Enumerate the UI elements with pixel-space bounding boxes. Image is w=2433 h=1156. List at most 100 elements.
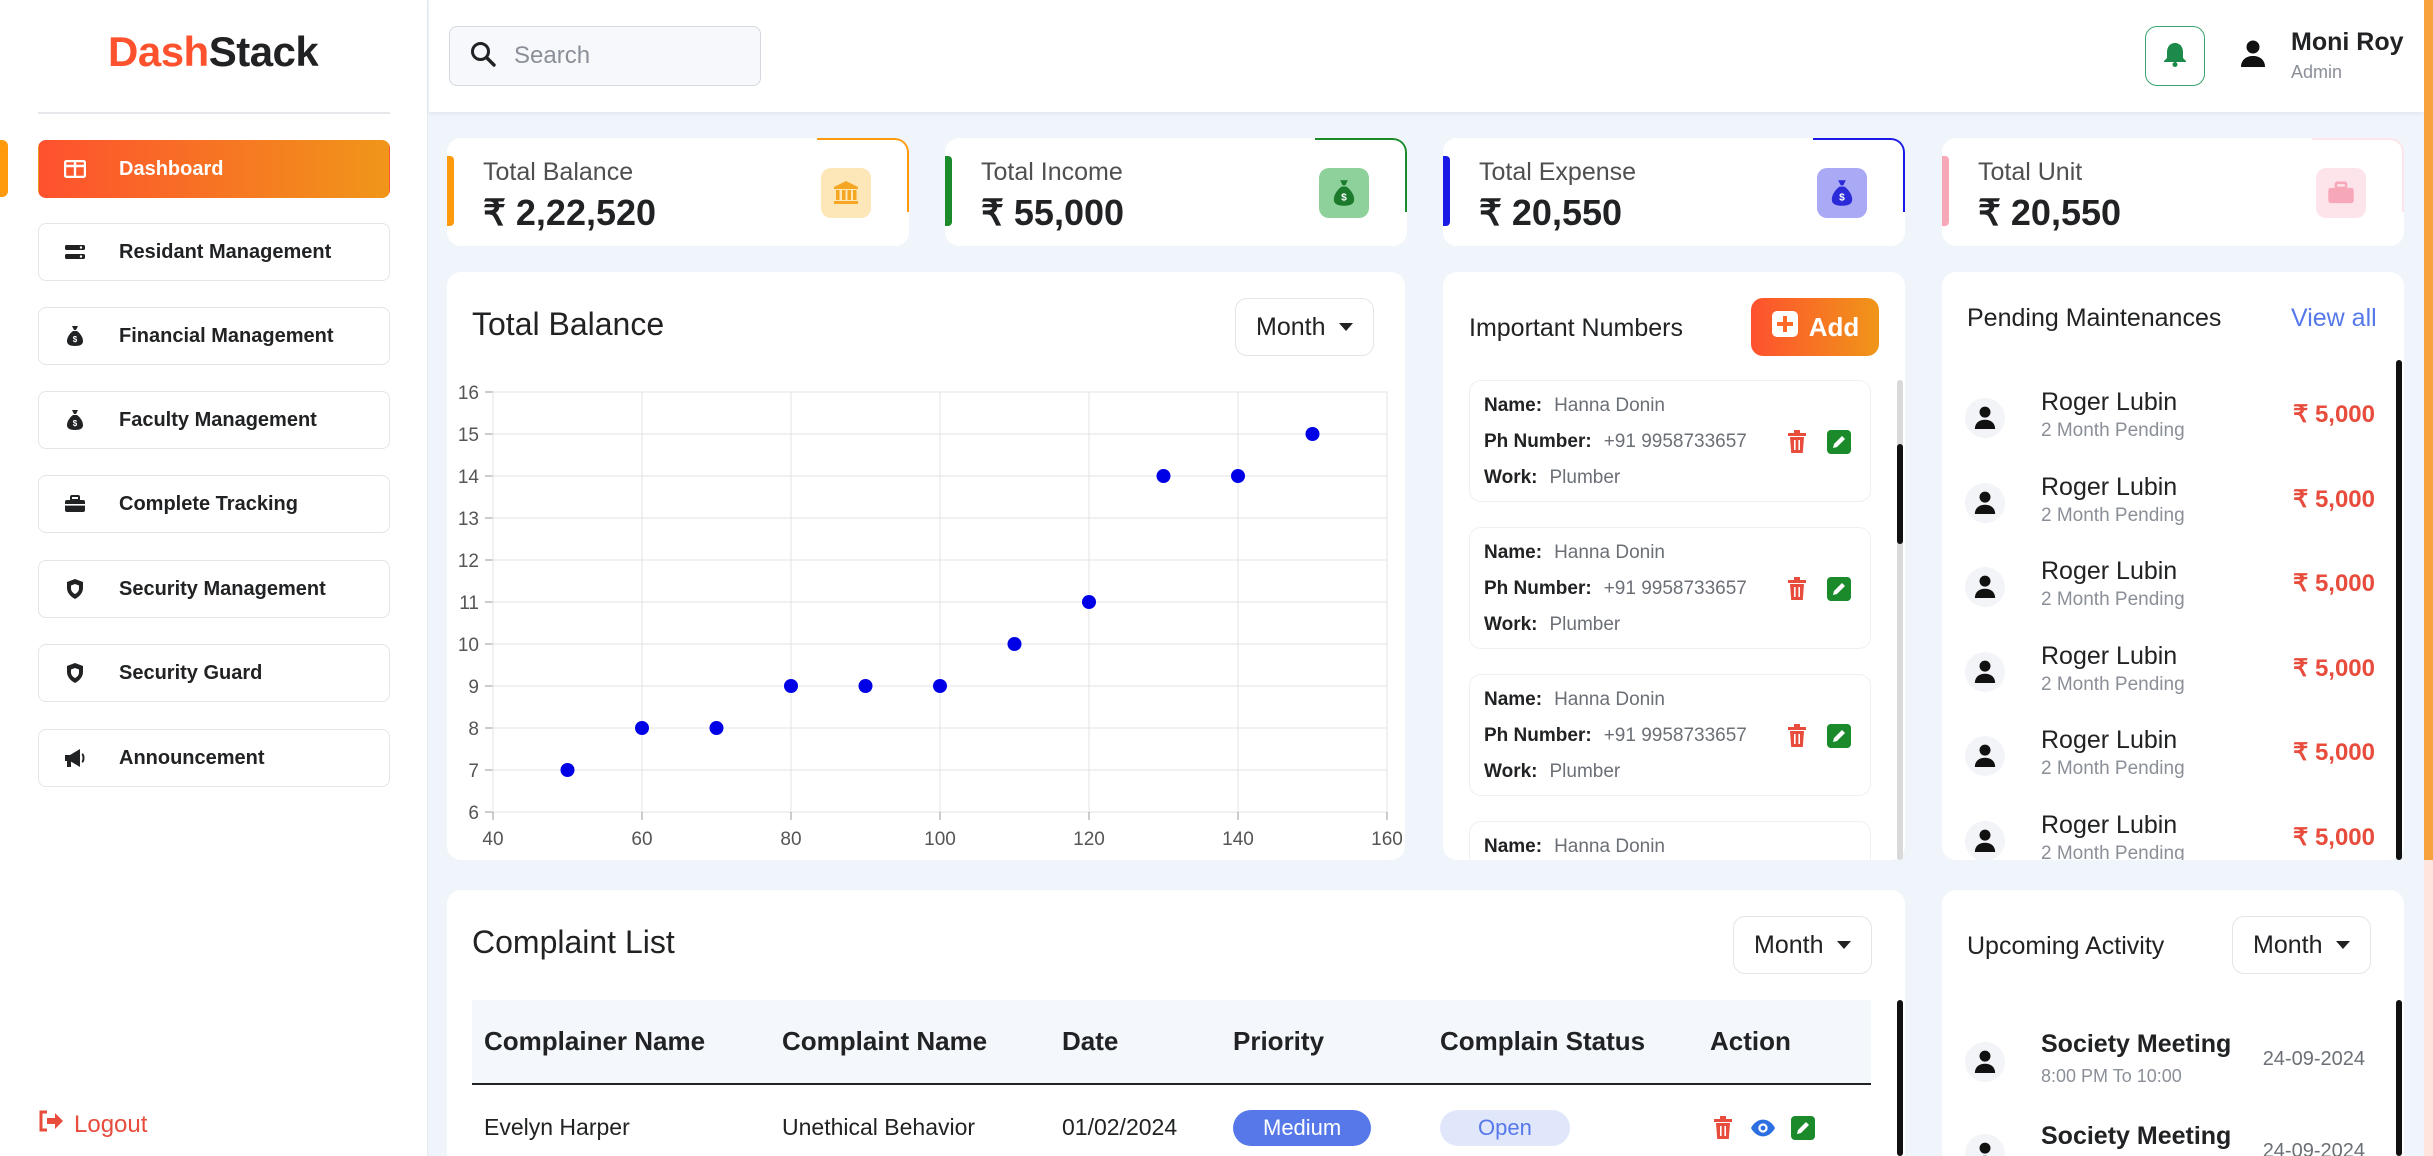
stat-card-total-balance: Total Balance ₹ 2,22,520 [447,138,909,246]
sidebar-item-label: Dashboard [119,157,224,180]
chart-title: Total Balance [472,306,665,342]
number-work-row: Work: Plumber [1484,614,1620,636]
sidebar-item-faculty-management[interactable]: $ Faculty Management [38,391,390,449]
upcoming-scrollbar[interactable] [2396,1000,2402,1156]
complaint-scrollbar[interactable] [1897,1000,1903,1156]
trash-icon[interactable] [1710,1115,1736,1141]
column-header[interactable]: Complainer Name [472,1000,770,1085]
user-icon [1965,736,2005,776]
pending-name: Roger Lubin [2041,473,2178,501]
user-icon [1965,652,2005,692]
sidebar-item-label: Faculty Management [119,408,317,431]
list-item[interactable]: Roger Lubin 2 Month Pending ₹ 5,000 [1965,706,2385,790]
row-actions [1710,1115,1871,1141]
logo-text-dash: Dash [108,28,209,75]
list-item: Name: Hanna Donin Ph Number: +91 995873365… [1469,527,1871,649]
phone-label: Ph Number: [1484,431,1592,452]
search-input[interactable] [514,42,734,70]
column-header[interactable]: Action [1698,1000,1871,1085]
pending-sub: 2 Month Pending [2041,758,2185,779]
edit-icon[interactable] [1790,1115,1816,1141]
trash-icon[interactable] [1784,723,1810,749]
priority-cell: Medium [1221,1084,1428,1156]
column-header[interactable]: Complain Status [1428,1000,1698,1085]
number-name-row: Name: Hanna Donin [1484,836,1665,858]
numbers-scrollbar[interactable] [1897,444,1903,544]
sidebar-item-security-management[interactable]: Security Management [38,560,390,618]
table-header-row: Complainer Name Complaint Name Date Prio… [472,1000,1871,1085]
y-tick-label: 14 [458,467,480,488]
notification-button[interactable] [2145,26,2205,86]
sidebar-item-financial-management[interactable]: $ Financial Management [38,307,390,365]
name-label: Name: [1484,395,1543,416]
y-tick-label: 11 [459,593,479,614]
contact-name: Hanna Donin [1554,542,1665,563]
work-label: Work: [1484,467,1538,488]
shield-icon [63,661,87,685]
list-icon [63,240,87,264]
sidebar-item-residant-management[interactable]: Residant Management [38,223,390,281]
scatter-point [933,679,947,693]
upcoming-month-dropdown[interactable]: Month [2232,916,2372,974]
bell-icon [2163,41,2187,72]
column-header[interactable]: Date [1050,1000,1221,1085]
y-tick-label: 10 [458,635,479,656]
list-item[interactable]: Roger Lubin 2 Month Pending ₹ 5,000 [1965,791,2385,860]
number-name-row: Name: Hanna Donin [1484,689,1665,711]
pending-amount: ₹ 5,000 [2293,401,2375,428]
user-role: Admin [2291,62,2343,82]
scatter-point [560,763,575,777]
list-item[interactable]: Society Meeting 24-09-2024 [1965,1104,2385,1156]
chevron-down-icon [1339,323,1354,331]
list-item[interactable]: Roger Lubin 2 Month Pending ₹ 5,000 [1965,537,2385,621]
chart-month-dropdown[interactable]: Month [1235,298,1375,356]
upcoming-list: Society Meeting 8:00 PM To 10:00 24-09-2… [1942,1004,2404,1156]
search-icon [470,41,496,72]
logout-icon [38,1110,64,1139]
sidebar-item-dashboard[interactable]: Dashboard [38,140,390,198]
chevron-down-icon [1837,941,1852,949]
edit-icon[interactable] [1826,723,1852,749]
list-item[interactable]: Roger Lubin 2 Month Pending ₹ 5,000 [1965,368,2385,452]
user-name[interactable]: Moni Roy [2291,28,2404,57]
y-tick-label: 12 [458,551,479,572]
pending-scrollbar[interactable] [2396,360,2402,860]
scatter-point [784,679,798,693]
date-cell: 01/02/2024 [1062,1114,1178,1140]
avatar[interactable] [2235,38,2271,74]
edit-icon[interactable] [1826,576,1852,602]
stat-label: Total Unit [1978,158,2083,186]
list-item[interactable]: Society Meeting 8:00 PM To 10:00 24-09-2… [1965,1012,2385,1102]
edit-icon[interactable] [1826,429,1852,455]
status-badge: Open [1440,1109,1570,1146]
logout-button[interactable]: Logout [38,1110,147,1139]
page-scrollbar[interactable] [2424,0,2433,1156]
complaint-month-dropdown[interactable]: Month [1733,916,1873,974]
list-item[interactable]: Roger Lubin 2 Month Pending ₹ 5,000 [1965,622,2385,706]
number-name-row: Name: Hanna Donin [1484,542,1665,564]
column-header[interactable]: Priority [1221,1000,1428,1085]
contact-work: Plumber [1549,761,1621,782]
briefcase-icon [63,492,87,516]
trash-icon[interactable] [1784,576,1810,602]
list-item: Name: Hanna Donin [1469,821,1871,860]
number-actions [1784,723,1852,749]
add-number-button[interactable]: Add [1751,298,1879,356]
trash-icon[interactable] [1784,429,1810,455]
list-item[interactable]: Roger Lubin 2 Month Pending ₹ 5,000 [1965,453,2385,537]
column-header[interactable]: Complaint Name [770,1000,1050,1085]
app-logo[interactable]: DashStack [108,28,319,76]
sidebar-item-announcement[interactable]: Announcement [38,729,390,787]
stat-value: ₹ 2,22,520 [483,192,657,233]
eye-icon[interactable] [1750,1115,1776,1141]
view-all-link[interactable]: View all [2291,304,2377,333]
sidebar-item-security-guard[interactable]: Security Guard [38,644,390,702]
search-box[interactable] [449,26,761,86]
sidebar-item-complete-tracking[interactable]: Complete Tracking [38,475,390,533]
plus-icon [1771,310,1799,345]
pending-sub: 2 Month Pending [2041,420,2185,441]
activity-name: Society Meeting [2041,1030,2232,1058]
table-row: Evelyn Harper Unethical Behavior 01/02/2… [472,1084,1871,1156]
stat-label: Total Expense [1479,158,1637,186]
sidebar-item-label: Financial Management [119,324,334,347]
